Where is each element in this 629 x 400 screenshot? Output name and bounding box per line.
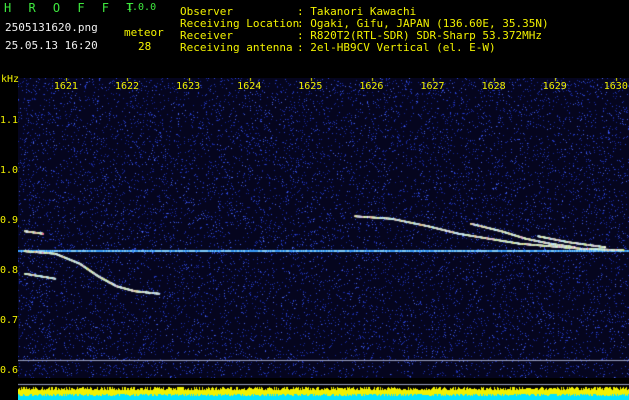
y-tick-label: 1.1 xyxy=(0,114,19,126)
x-tick-label: 1628 xyxy=(481,81,506,92)
meteor-count: 28 xyxy=(138,40,152,53)
x-tick-label: 1629 xyxy=(542,81,567,92)
spectrogram xyxy=(18,78,629,378)
filename: 2505131620.png xyxy=(5,21,98,34)
x-tick-label: 1630 xyxy=(603,81,628,92)
x-tick-label: 1626 xyxy=(359,81,384,92)
y-tick-label: 0.9 xyxy=(0,214,19,226)
signal-level-strip xyxy=(18,378,629,400)
x-tick-label: 1627 xyxy=(420,81,445,92)
meteor-label: meteor xyxy=(124,26,164,39)
hrofft-window: H R O F F T 1.0.0 2505131620.png 25.05.1… xyxy=(0,0,629,400)
info-value-antenna: : 2el-HB9CV Vertical (el. E-W) xyxy=(297,41,496,54)
x-tick-label: 1625 xyxy=(298,81,323,92)
datetime: 25.05.13 16:20 xyxy=(5,39,98,52)
y-tick-label: 0.6 xyxy=(0,364,19,376)
y-tick-label: 0.7 xyxy=(0,314,19,326)
y-tick-label: 0.8 xyxy=(0,264,19,276)
x-tick-label: 1624 xyxy=(237,81,262,92)
x-tick-label: 1623 xyxy=(176,81,201,92)
app-version: 1.0.0 xyxy=(126,2,157,13)
y-tick-label: 1.0 xyxy=(0,164,19,176)
info-key-antenna: Receiving antenna xyxy=(180,41,293,54)
x-tick-label: 1622 xyxy=(114,81,140,92)
app-brand: H R O F F T xyxy=(4,1,139,15)
x-tick-label: 1621 xyxy=(53,81,78,92)
y-axis-unit-label: kHz xyxy=(1,74,20,85)
